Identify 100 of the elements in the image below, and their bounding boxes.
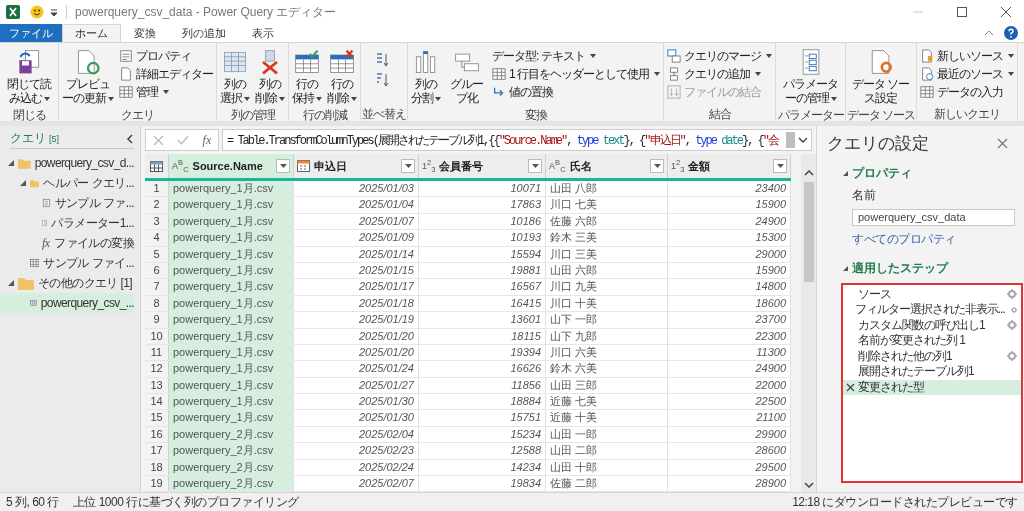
applied-step[interactable]: カスタム関数の呼び出し1 [843, 317, 1021, 333]
scrollbar[interactable] [801, 154, 816, 492]
close-icon[interactable] [997, 138, 1008, 149]
maximize-icon[interactable] [956, 6, 968, 18]
ribbon-button[interactable]: 行の保持 [290, 46, 324, 107]
table-cell: 2025/01/19 [294, 312, 419, 328]
applied-step[interactable]: 削除された他の列1 [843, 348, 1021, 364]
ribbon-button[interactable]: 管理 [117, 84, 215, 100]
query-tree-item[interactable]: サンプル ファイ... [0, 253, 134, 273]
ribbon-button[interactable]: 列の削除 [253, 46, 287, 107]
ribbon-tab[interactable]: 変換 [121, 24, 169, 42]
applied-step[interactable]: フィルター選択された非表示... [843, 302, 1021, 318]
ribbon-tab[interactable]: ファイル [0, 24, 62, 42]
table-cell: 鈴木 六美 [546, 361, 668, 377]
expander-icon[interactable] [843, 171, 848, 176]
ribbon-button[interactable]: データの入力 [918, 84, 1017, 100]
insert-function-button[interactable]: fx [202, 132, 212, 148]
table-cell: 16626 [419, 361, 546, 377]
delete-step-icon[interactable] [846, 382, 855, 392]
expander-icon[interactable] [20, 180, 26, 186]
all-properties-link[interactable]: すべてのプロパティ [852, 230, 1024, 248]
customize-toolbar-icon[interactable] [50, 7, 58, 17]
filter-dropdown[interactable] [401, 159, 416, 173]
ribbon-button[interactable]: 列の分割 [409, 46, 443, 107]
ribbon-button[interactable]: グループ化 [444, 46, 489, 107]
expand-formula-icon[interactable] [798, 136, 808, 144]
collapse-ribbon-icon[interactable] [984, 29, 994, 37]
filter-dropdown[interactable] [650, 159, 665, 173]
applied-step[interactable]: ソース [843, 286, 1021, 302]
table-cell: 川口 七美 [546, 197, 668, 213]
smiley-icon[interactable] [30, 5, 44, 19]
ribbon-tab[interactable]: ホーム [62, 24, 121, 42]
ribbon-button[interactable]: 1 行目をヘッダーとして使用 [490, 66, 662, 82]
table-cell: 21100 [668, 410, 791, 426]
table-cell: 川口 九美 [546, 279, 668, 295]
table-cell: powerquery_1月.csv [169, 181, 294, 197]
scroll-thumb[interactable] [786, 132, 795, 148]
filter-dropdown[interactable] [773, 159, 788, 173]
query-tree-item[interactable]: パラメーター1... [0, 213, 134, 233]
scroll-thumb[interactable] [803, 182, 814, 282]
ribbon-button[interactable]: 詳細エディター [117, 66, 215, 82]
queries-heading: クエリ [10, 130, 46, 147]
status-text: 上位 1000 行に基づく列のプロファイリング [72, 493, 299, 511]
filter-dropdown[interactable] [528, 159, 543, 173]
table-cell: powerquery_1月.csv [169, 279, 294, 295]
table-icon [119, 85, 133, 99]
query-tree-item[interactable]: powerquery_csv_... [0, 293, 134, 313]
ribbon-button[interactable]: データ ソース設定 [847, 46, 914, 107]
ribbon-button[interactable]: 閉じて読み込む [1, 46, 57, 107]
group-label: 列の管理 [229, 106, 276, 121]
expander-icon[interactable] [8, 160, 14, 166]
ribbon-button[interactable]: クエリのマージ [665, 48, 774, 64]
column-header[interactable]: A$^{B}$$_{C}$ Source.Name [169, 154, 295, 178]
expander-icon[interactable] [843, 265, 848, 271]
column-header[interactable]: A$^{B}$$_{C}$ 氏名 [546, 154, 669, 178]
table-check-icon [293, 48, 321, 76]
help-icon[interactable] [1004, 26, 1018, 40]
ribbon-button[interactable]: データ型: テキスト [490, 48, 662, 64]
ribbon-button[interactable]: 新しいソース [918, 48, 1017, 64]
ribbon-tab[interactable]: 表示 [239, 24, 287, 42]
sort-descending-icon[interactable] [375, 72, 389, 88]
name-field[interactable]: powerquery_csv_data [852, 208, 1015, 226]
scroll-down-icon[interactable] [803, 482, 814, 488]
query-tree-item[interactable]: powerquery_csv_d... [0, 153, 134, 173]
ribbon-button[interactable]: クエリの追加 [665, 66, 774, 82]
filter-dropdown[interactable] [276, 159, 291, 173]
ribbon-button[interactable]: プレビューの更新 [60, 46, 116, 107]
scroll-up-icon[interactable] [803, 170, 814, 176]
ribbon-button[interactable]: 最近のソース [918, 66, 1017, 82]
properties-icon [119, 49, 133, 63]
column-header[interactable]: 1$^{2}$$_{3}$ 金額 [668, 154, 792, 178]
ribbon-button[interactable]: 列の選択 [218, 46, 252, 107]
collapse-pane-icon[interactable] [126, 133, 134, 144]
column-header[interactable]: 1$^{2}$$_{3}$ 会員番号 [419, 154, 547, 178]
applied-step[interactable]: 変更された型 [843, 379, 1021, 395]
expander-icon[interactable] [8, 280, 14, 286]
sort-ascending-icon[interactable] [375, 52, 389, 68]
formula-field[interactable]: = Table.TransformColumnTypes(展開されたテーブル列1,{{"Source.Name", type text}, {"申込日", type date}, {"会 [222, 129, 812, 151]
ribbon-button[interactable]: 値の置換 [490, 84, 662, 100]
query-tree-item[interactable]: fx ファイルの変換 [0, 233, 134, 253]
column-header[interactable]: 申込日 [294, 154, 420, 178]
check-icon[interactable] [177, 135, 190, 145]
ribbon-button[interactable]: パラメーターの管理 [777, 46, 844, 107]
query-tree-item[interactable]: サンプル ファ... [0, 193, 134, 213]
query-tree-item[interactable]: その他のクエリ [1] [0, 273, 134, 293]
group-label: 並べ替え [362, 106, 406, 121]
applied-step[interactable]: 展開されたテーブル列1 [843, 364, 1021, 380]
table-cell: powerquery_1月.csv [169, 361, 294, 377]
ribbon-button[interactable]: 行の削除 [325, 46, 359, 107]
table-cell: 28600 [668, 443, 791, 459]
table-cell: powerquery_2月.csv [169, 443, 294, 459]
group-label: 変換 [523, 106, 548, 121]
ribbon-tab[interactable]: 列の追加 [169, 24, 239, 42]
close-icon[interactable] [1000, 6, 1012, 18]
table-cell: 山田 二郎 [546, 443, 668, 459]
applied-step[interactable]: 名前が変更された列 1 [843, 333, 1021, 349]
table-cell: 16567 [419, 279, 546, 295]
window-title: powerquery_csv_data - Power Query エディター [75, 3, 337, 21]
ribbon-button[interactable]: プロパティ [117, 48, 215, 64]
query-tree-item[interactable]: ヘルパー クエリ... [0, 173, 134, 193]
